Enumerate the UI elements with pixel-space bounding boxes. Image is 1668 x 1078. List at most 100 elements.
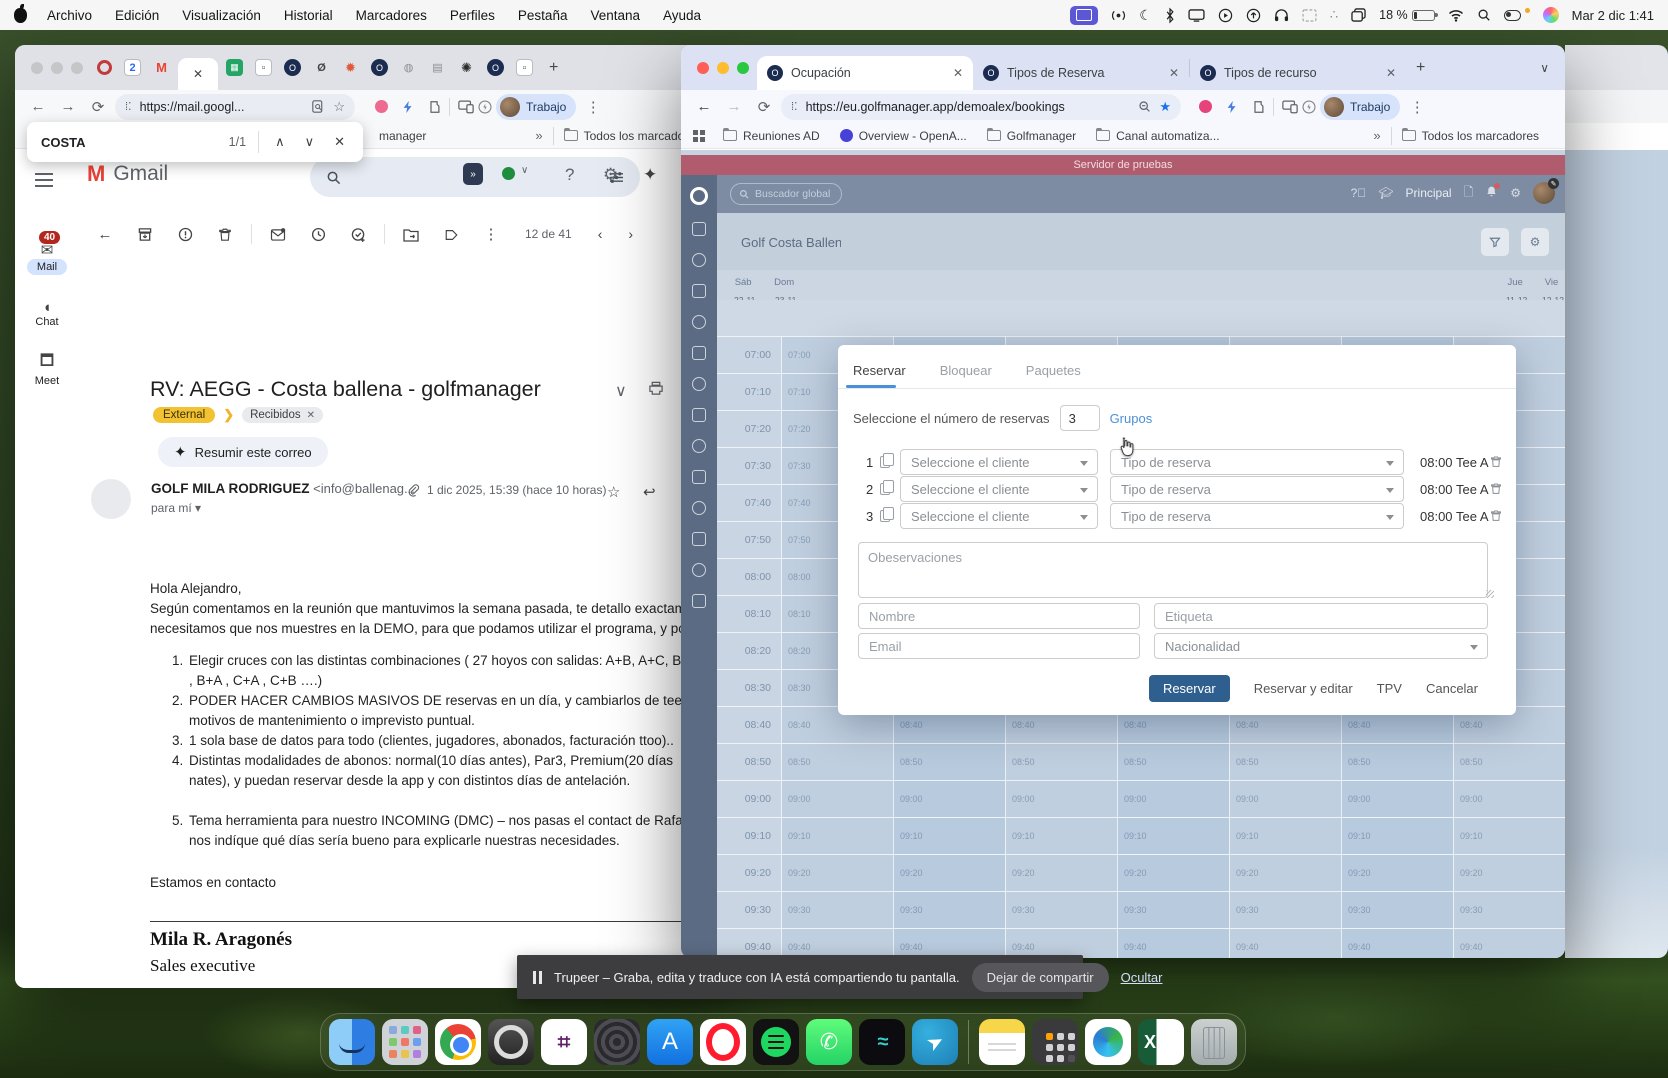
extension-bolt-icon[interactable]: [1226, 100, 1238, 114]
grid-cell[interactable]: 09:10: [1229, 818, 1341, 854]
sidebar-tags-icon[interactable]: [692, 439, 706, 453]
profile-chip[interactable]: Trabajo: [1320, 94, 1400, 120]
find-prev-button[interactable]: ∧: [271, 134, 289, 150]
bookmark-partial[interactable]: manager: [379, 129, 426, 143]
grid-cell[interactable]: 09:40: [1453, 929, 1565, 958]
extension-bolt-icon[interactable]: [402, 100, 414, 114]
pinned-tab-record-icon[interactable]: [97, 60, 112, 75]
reservation-type-select[interactable]: Tipo de reserva: [1110, 476, 1404, 502]
menu-historial[interactable]: Historial: [284, 8, 333, 23]
pinned-tab-incognito-icon[interactable]: Ø: [313, 59, 330, 76]
dock-launchpad-icon[interactable]: [382, 1019, 428, 1065]
minimize-window-button[interactable]: [51, 62, 63, 74]
zoom-window-button[interactable]: [71, 62, 83, 74]
search-icon[interactable]: [326, 170, 341, 185]
grid-settings-gear-icon[interactable]: ⚙: [1521, 228, 1549, 256]
wifi-icon[interactable]: [1448, 9, 1464, 22]
reload-button[interactable]: ⟳: [85, 98, 111, 116]
client-select[interactable]: Seleccione el cliente: [900, 476, 1098, 502]
add-to-tasks-icon[interactable]: [338, 226, 378, 243]
grid-cell[interactable]: 09:10: [1453, 818, 1565, 854]
bookmark-golfmanager[interactable]: Golfmanager: [987, 129, 1076, 143]
close-window-button[interactable]: [697, 62, 709, 74]
document-icon[interactable]: 🗋: [1464, 183, 1474, 204]
grid-cell[interactable]: 09:40: [781, 929, 893, 958]
sidebar-modules-icon[interactable]: [692, 315, 706, 329]
grid-cell[interactable]: 09:40: [1117, 929, 1229, 958]
grid-cell[interactable]: 08:50: [1117, 744, 1229, 780]
grid-cell[interactable]: 09:00: [1229, 781, 1341, 817]
grid-cell[interactable]: 09:30: [1453, 892, 1565, 928]
control-center-icon[interactable]: [1504, 10, 1521, 21]
dock-chrome-icon[interactable]: [435, 1019, 481, 1065]
battery-indicator[interactable]: 18 %: [1379, 8, 1435, 22]
sidebar-billing-icon[interactable]: [692, 563, 706, 577]
sidebar-marketing-icon[interactable]: [692, 501, 706, 515]
bookmarks-overflow-chevron[interactable]: »: [535, 128, 542, 143]
grid-cell[interactable]: 09:30: [1117, 892, 1229, 928]
grid-cell[interactable]: 09:40: [1229, 929, 1341, 958]
grid-cell[interactable]: 09:20: [1117, 855, 1229, 891]
sidebar-products-icon[interactable]: [692, 346, 706, 360]
notifications-bell-icon[interactable]: [1485, 185, 1498, 201]
new-tab-button[interactable]: +: [1416, 59, 1425, 77]
duplicate-row-icon[interactable]: [880, 510, 890, 522]
extension-jug-icon[interactable]: [428, 100, 441, 114]
delete-icon[interactable]: [205, 226, 245, 243]
reservation-type-select[interactable]: Tipo de reserva: [1110, 449, 1404, 475]
close-window-button[interactable]: [31, 62, 43, 74]
display-icon[interactable]: [1188, 9, 1205, 22]
reservation-type-select[interactable]: Tipo de reserva: [1110, 503, 1404, 529]
grid-cell[interactable]: 09:10: [1005, 818, 1117, 854]
grid-cell[interactable]: 09:00: [1117, 781, 1229, 817]
dock-whatsapp-icon[interactable]: ✆: [806, 1019, 852, 1065]
grid-cell[interactable]: 09:30: [1341, 892, 1453, 928]
name-field[interactable]: [858, 603, 1140, 629]
profile-chip[interactable]: Trabajo: [496, 94, 576, 120]
status-presence-dot[interactable]: [502, 167, 515, 180]
nav-mail[interactable]: ✉Mail: [15, 241, 79, 275]
apps-grid-icon[interactable]: [693, 130, 705, 142]
more-menu-icon[interactable]: ⋮: [1404, 98, 1430, 116]
pinned-tab-gmail-icon[interactable]: M: [153, 59, 170, 76]
shortcut-circle-icon[interactable]: [1246, 8, 1261, 23]
menu-edicion[interactable]: Edición: [115, 8, 159, 23]
sidebar-pos-icon[interactable]: [692, 284, 706, 298]
spotlight-search-icon[interactable]: [1477, 8, 1491, 22]
recipient-line[interactable]: para mí ▾: [151, 501, 201, 515]
reservar-y-editar-button[interactable]: Reservar y editar: [1254, 681, 1353, 696]
pinned-tab-book-icon[interactable]: ▤: [429, 59, 446, 76]
star-email-icon[interactable]: ☆: [607, 483, 620, 501]
external-label-badge[interactable]: External: [153, 407, 215, 423]
bookmark-star-icon[interactable]: ★: [1159, 99, 1171, 115]
tab-tipos-de-recurso[interactable]: O Tipos de recurso ✕: [1190, 56, 1406, 90]
forward-button[interactable]: →: [55, 98, 81, 115]
active-tab-close[interactable]: ✕: [178, 58, 218, 90]
grid-cell[interactable]: 09:00: [781, 781, 893, 817]
delete-row-icon[interactable]: [1490, 482, 1502, 500]
grid-cell[interactable]: 08:50: [1229, 744, 1341, 780]
stage-manager-icon[interactable]: [1351, 8, 1366, 22]
print-icon[interactable]: [648, 381, 664, 401]
more-menu-icon[interactable]: ⋮: [580, 98, 606, 116]
zoom-window-button[interactable]: [737, 62, 749, 74]
move-to-folder-icon[interactable]: [391, 226, 431, 243]
screen-sharing-icon[interactable]: [1070, 6, 1098, 25]
remove-label-icon[interactable]: ✕: [307, 410, 315, 421]
user-avatar[interactable]: [1533, 182, 1555, 204]
modal-tab-reservar[interactable]: Reservar: [853, 363, 906, 378]
cancelar-button[interactable]: Cancelar: [1426, 681, 1478, 696]
close-tab-icon[interactable]: ✕: [953, 66, 963, 80]
pinned-tab-burst-icon[interactable]: ✹: [342, 59, 359, 76]
golfmanager-logo-icon[interactable]: [690, 187, 708, 205]
reservation-count-input[interactable]: [1060, 405, 1100, 431]
more-options-icon[interactable]: ⋮: [471, 225, 511, 243]
delete-row-icon[interactable]: [1490, 509, 1502, 527]
archive-icon[interactable]: [125, 226, 165, 243]
bookmarks-overflow-chevron[interactable]: »: [1373, 128, 1380, 143]
zoom-icon[interactable]: [1138, 100, 1151, 113]
grid-cell[interactable]: 09:00: [1341, 781, 1453, 817]
grid-cell[interactable]: 09:10: [781, 818, 893, 854]
pinned-tab-globe-icon[interactable]: ◍: [400, 59, 417, 76]
trupeer-menubar-icon[interactable]: [1543, 7, 1559, 23]
